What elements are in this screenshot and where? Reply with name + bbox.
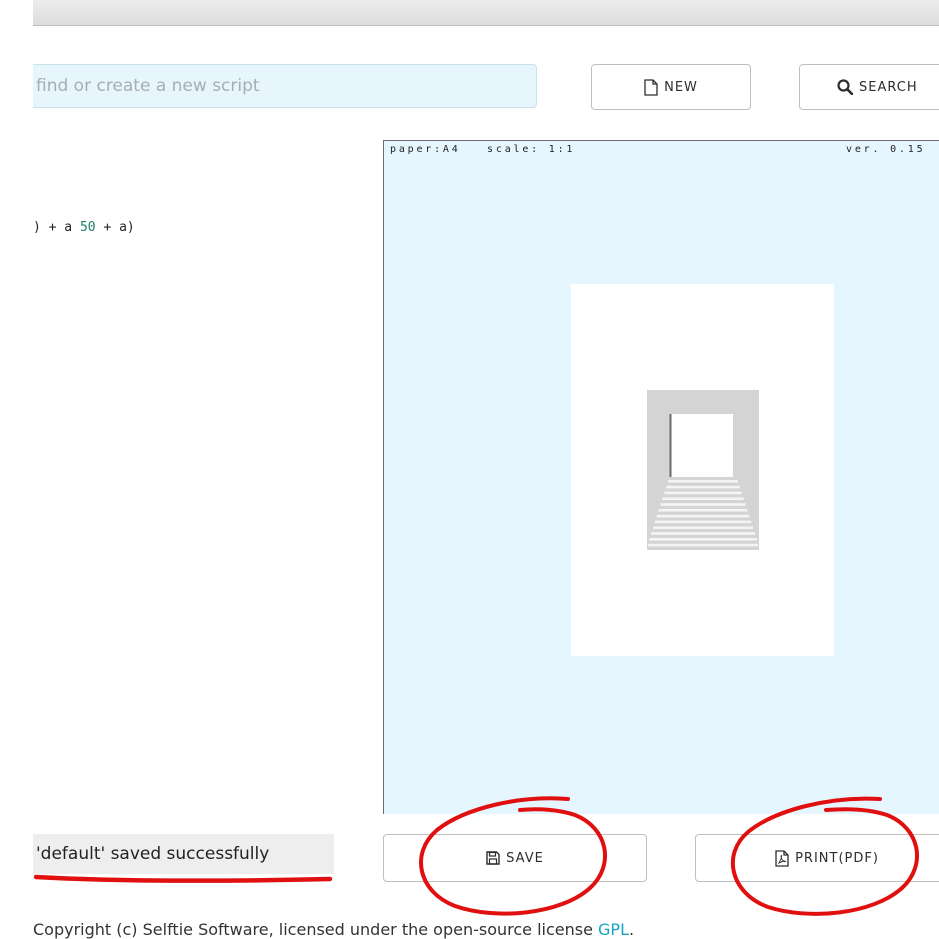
stair-step <box>668 480 738 483</box>
stair-step <box>651 532 755 535</box>
paper-sheet <box>571 284 834 656</box>
scale-label: scale: 1:1 <box>487 144 576 155</box>
version-label: ver. 0.15 <box>846 144 926 155</box>
code-editor-line[interactable]: ) + a 50 + a) <box>33 220 135 235</box>
new-button-label: NEW <box>664 79 698 95</box>
top-toolbar <box>33 0 939 26</box>
stair-step <box>649 538 757 541</box>
print-preview-panel: paper:A4 scale: 1:1 ver. 0.15 <box>383 140 939 814</box>
stair-step <box>660 503 746 506</box>
stair-step <box>662 497 744 500</box>
script-search-input[interactable] <box>33 64 537 108</box>
copyright-text: Copyright (c) Selftie Software, licensed… <box>33 920 599 939</box>
stair-step <box>666 485 740 489</box>
stair-step <box>664 491 742 495</box>
pdf-file-icon <box>775 849 789 867</box>
code-text-suffix: + a) <box>95 220 135 235</box>
code-text-prefix: ) + a <box>33 220 80 235</box>
save-button[interactable]: SAVE <box>383 834 647 882</box>
code-number: 50 <box>79 220 96 235</box>
stair-step <box>648 543 758 547</box>
file-icon <box>644 78 658 96</box>
paper-size-label: paper:A4 <box>390 144 461 155</box>
status-underline-annotation <box>33 874 333 883</box>
save-button-label: SAVE <box>506 850 544 866</box>
search-button[interactable]: SEARCH <box>799 64 939 110</box>
stair-step <box>652 526 754 529</box>
footer-period: . <box>629 920 635 939</box>
status-message: 'default' saved successfully <box>33 834 334 874</box>
new-script-button[interactable]: NEW <box>591 64 751 110</box>
footer-copyright: Copyright (c) Selftie Software, licensed… <box>33 920 634 939</box>
preview-info: paper:A4 scale: 1:1 <box>390 144 575 155</box>
print-button-label: PRINT(PDF) <box>795 850 879 866</box>
rendered-drawing <box>647 390 759 550</box>
gpl-license-link[interactable]: GPL <box>598 920 629 939</box>
magnifier-icon <box>837 79 853 95</box>
floppy-disk-icon <box>486 851 500 865</box>
search-button-label: SEARCH <box>859 79 918 95</box>
stair-step <box>658 509 748 512</box>
stair-step <box>654 520 752 524</box>
print-pdf-button[interactable]: PRINT(PDF) <box>695 834 939 882</box>
stair-step <box>656 514 750 518</box>
